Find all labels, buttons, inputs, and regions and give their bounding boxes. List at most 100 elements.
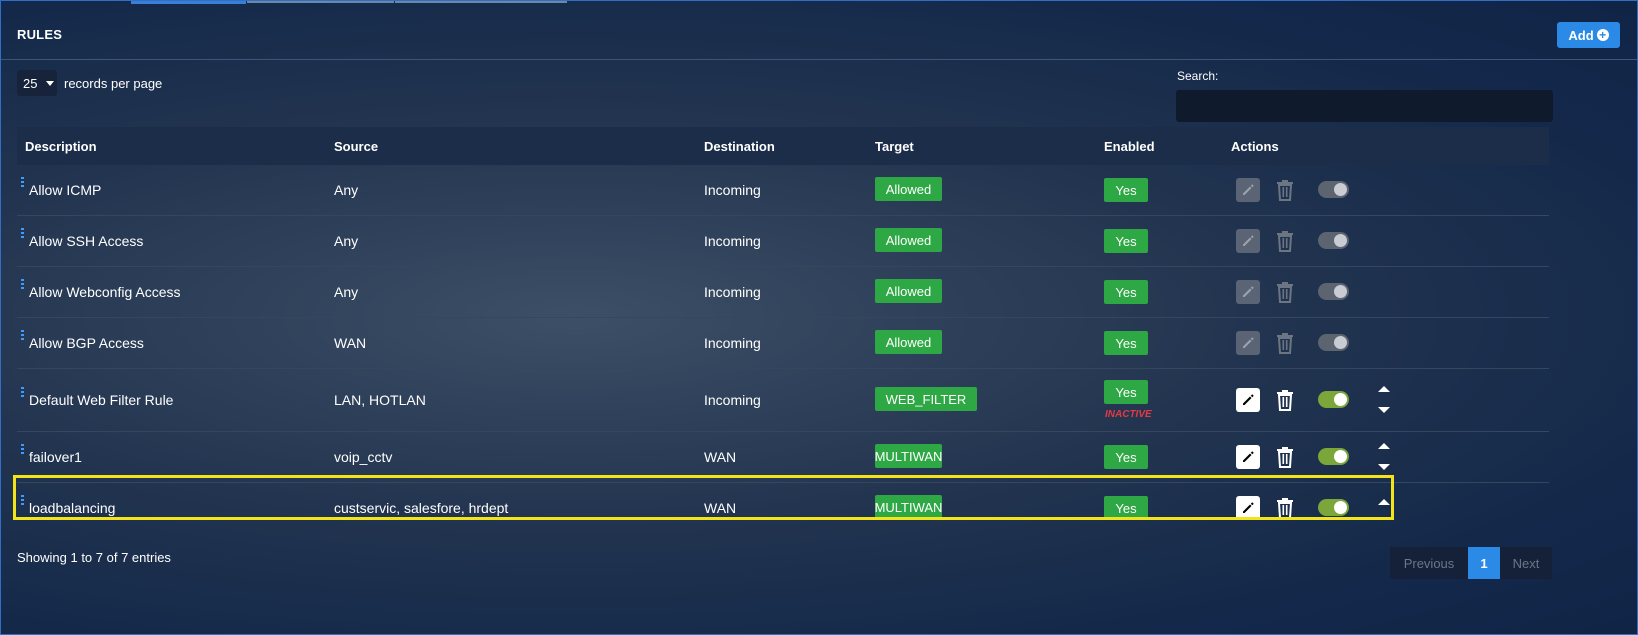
pencil-icon [1236, 280, 1260, 304]
delete-button[interactable] [1275, 230, 1295, 255]
delete-button[interactable] [1275, 389, 1295, 414]
enable-toggle[interactable] [1318, 334, 1349, 351]
rule-source: voip_cctv [334, 449, 393, 465]
target-badge: Allowed [875, 228, 942, 252]
delete-button[interactable] [1275, 281, 1295, 306]
rule-destination: Incoming [704, 335, 761, 351]
trash-icon [1275, 282, 1295, 306]
delete-button[interactable] [1275, 446, 1295, 471]
table-row: Allow BGP Access WAN Incoming Allowed Yes [17, 317, 1549, 368]
col-source[interactable]: Source [334, 139, 378, 154]
trash-icon [1275, 447, 1295, 471]
move-up-icon[interactable] [1378, 499, 1390, 505]
trash-icon [1275, 231, 1295, 255]
table-row: failover1 voip_cctv WAN MULTIWAN Yes [17, 431, 1549, 482]
table-row: Allow ICMP Any Incoming Allowed Yes [17, 165, 1549, 215]
edit-button[interactable] [1236, 178, 1260, 202]
pencil-icon [1236, 178, 1260, 202]
enable-toggle[interactable] [1318, 232, 1349, 249]
page-1-button[interactable]: 1 [1468, 547, 1500, 579]
rule-description: Allow BGP Access [29, 335, 144, 351]
move-down-icon[interactable] [1378, 407, 1390, 413]
records-per-page-select[interactable]: 25 [17, 70, 57, 96]
pencil-icon [1236, 496, 1260, 520]
delete-button[interactable] [1275, 497, 1295, 522]
add-rule-button[interactable]: Add + [1557, 22, 1620, 48]
pencil-icon [1236, 229, 1260, 253]
previous-page-button[interactable]: Previous [1390, 547, 1468, 579]
enabled-badge: Yes [1104, 178, 1148, 202]
target-badge: Allowed [875, 279, 942, 303]
rule-description: Allow SSH Access [29, 233, 144, 249]
enable-toggle[interactable] [1318, 448, 1349, 465]
rule-destination: Incoming [704, 284, 761, 300]
search-label: Search: [1177, 69, 1219, 83]
rules-panel: RULES Add + 25 records per page Search: … [0, 0, 1638, 635]
edit-button[interactable] [1236, 496, 1260, 520]
enabled-badge: Yes [1104, 331, 1148, 355]
rule-source: Any [334, 284, 359, 300]
edit-button[interactable] [1236, 280, 1260, 304]
col-destination[interactable]: Destination [704, 139, 775, 154]
col-actions: Actions [1231, 138, 1279, 154]
edit-button[interactable] [1236, 445, 1260, 469]
search-input[interactable] [1176, 90, 1553, 122]
drag-handle-icon[interactable] [21, 330, 24, 340]
delete-button[interactable] [1275, 179, 1295, 204]
toggle-icon [1318, 181, 1349, 198]
drag-handle-icon[interactable] [21, 495, 24, 505]
enable-toggle[interactable] [1318, 283, 1349, 300]
pagination: Previous 1 Next [1390, 547, 1552, 579]
drag-handle-icon[interactable] [21, 228, 24, 238]
table-row: Default Web Filter Rule LAN, HOTLAN Incomi… [17, 368, 1549, 431]
rule-destination: WAN [704, 500, 737, 516]
target-badge: MULTIWAN [875, 444, 942, 468]
rule-source: Any [334, 233, 359, 249]
drag-handle-icon[interactable] [21, 387, 24, 397]
table-row: Allow SSH Access Any Incoming Allowed Yes [17, 215, 1549, 266]
table-body: Allow ICMP Any Incoming Allowed Yes Allow SSH… [17, 165, 1549, 533]
toggle-icon [1318, 283, 1349, 300]
rule-destination: WAN [704, 449, 737, 465]
rule-description: Default Web Filter Rule [29, 392, 174, 408]
rule-destination: Incoming [704, 182, 761, 198]
enable-toggle[interactable] [1318, 181, 1349, 198]
next-page-button[interactable]: Next [1500, 547, 1552, 579]
entries-info: Showing 1 to 7 of 7 entries [17, 550, 171, 565]
rules-table: Description Source Destination Target En… [17, 127, 1549, 533]
col-description[interactable]: Description [25, 139, 97, 154]
caret-down-icon [46, 80, 55, 86]
toggle-icon [1318, 499, 1349, 516]
edit-button[interactable] [1236, 229, 1260, 253]
enabled-badge: Yes [1104, 496, 1148, 520]
col-enabled[interactable]: Enabled [1104, 139, 1155, 154]
toggle-icon [1318, 334, 1349, 351]
move-up-icon[interactable] [1378, 386, 1390, 392]
edit-button[interactable] [1236, 331, 1260, 355]
records-per-page-label: records per page [64, 75, 163, 91]
move-down-icon[interactable] [1378, 464, 1390, 470]
target-badge: Allowed [875, 177, 942, 201]
enable-toggle[interactable] [1318, 499, 1349, 516]
table-row: Allow Webconfig Access Any Incoming Allowed… [17, 266, 1549, 317]
table-row: loadbalancing custservic, salesfore, hrde… [17, 482, 1549, 533]
enabled-badge: Yes [1104, 229, 1148, 253]
enable-toggle[interactable] [1318, 391, 1349, 408]
col-target[interactable]: Target [875, 139, 914, 154]
drag-handle-icon[interactable] [21, 177, 24, 187]
target-badge: WEB_FILTER [875, 387, 977, 411]
trash-icon [1275, 333, 1295, 357]
plus-icon: + [1596, 29, 1609, 41]
rule-source: custservic, salesfore, hrdept [334, 500, 509, 516]
panel-header: RULES Add + [1, 5, 1637, 60]
edit-button[interactable] [1236, 388, 1260, 412]
trash-icon [1275, 498, 1295, 522]
rule-destination: Incoming [704, 392, 761, 408]
trash-icon [1275, 180, 1295, 204]
drag-handle-icon[interactable] [21, 279, 24, 289]
rule-description: Allow ICMP [29, 182, 102, 198]
delete-button[interactable] [1275, 332, 1295, 357]
drag-handle-icon[interactable] [21, 444, 24, 454]
move-up-icon[interactable] [1378, 443, 1390, 449]
pencil-icon [1236, 445, 1260, 469]
